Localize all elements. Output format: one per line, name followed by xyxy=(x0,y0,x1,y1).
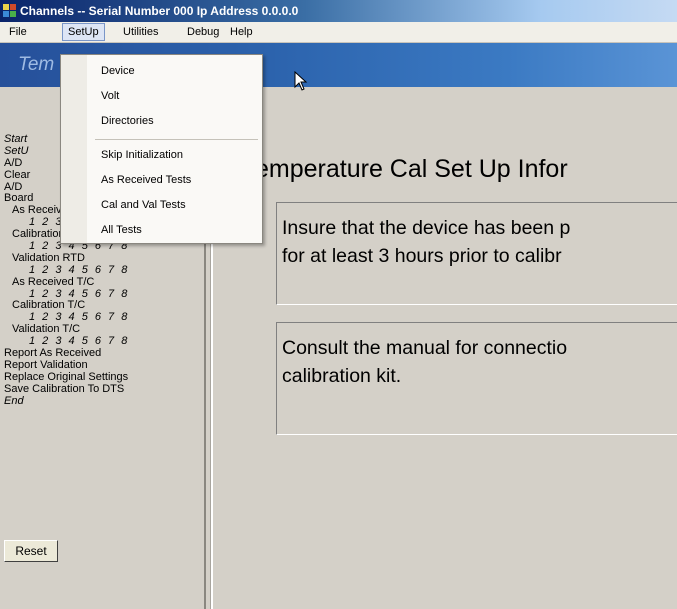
step-save-calibration[interactable]: Save Calibration To DTS xyxy=(4,383,129,396)
info-box-connection: Consult the manual for connectio calibra… xyxy=(276,322,677,435)
menu-item-as-received-tests[interactable]: As Received Tests xyxy=(101,172,191,188)
step-validation-rtd[interactable]: Validation RTD xyxy=(4,252,129,265)
menu-help[interactable]: Help xyxy=(225,24,258,40)
app-icon xyxy=(3,4,17,18)
info-line: Insure that the device has been p xyxy=(282,217,571,239)
menu-utilities[interactable]: Utilities xyxy=(118,24,163,40)
info-box-instructions: Insure that the device has been p for at… xyxy=(276,202,677,305)
window-title: Channels -- Serial Number 000 Ip Address… xyxy=(20,4,299,18)
menu-file[interactable]: File xyxy=(4,24,32,40)
menu-bar: File SetUp Utilities Debug Help xyxy=(0,22,677,43)
menu-icon-gutter xyxy=(61,55,87,243)
step-replace-original-settings[interactable]: Replace Original Settings xyxy=(4,371,129,384)
info-line: Consult the manual for connectio xyxy=(282,337,568,359)
info-box-text: Consult the manual for connectio calibra… xyxy=(282,334,567,390)
menu-item-volt[interactable]: Volt xyxy=(101,88,119,104)
menu-setup[interactable]: SetUp xyxy=(62,23,105,41)
banner-title: Tem xyxy=(18,54,55,75)
info-line: for at least 3 hours prior to calibr xyxy=(282,245,562,267)
mouse-cursor-icon xyxy=(294,71,308,91)
info-box-text: Insure that the device has been p for at… xyxy=(282,214,570,270)
menu-item-device[interactable]: Device xyxy=(101,63,135,79)
setup-dropdown-menu: Device Volt Directories Skip Initializat… xyxy=(60,54,263,244)
menu-item-cal-and-val-tests[interactable]: Cal and Val Tests xyxy=(101,197,186,213)
step-end[interactable]: End xyxy=(4,395,129,408)
menu-item-all-tests[interactable]: All Tests xyxy=(101,222,142,238)
reset-button[interactable]: Reset xyxy=(4,540,58,562)
menu-item-directories[interactable]: Directories xyxy=(101,113,154,129)
menu-separator xyxy=(95,139,258,140)
window-title-bar[interactable]: Channels -- Serial Number 000 Ip Address… xyxy=(0,0,677,22)
menu-debug[interactable]: Debug xyxy=(182,24,224,40)
info-line: calibration kit. xyxy=(282,365,402,387)
step-as-received-tc[interactable]: As Received T/C xyxy=(4,276,129,289)
menu-item-skip-initialization[interactable]: Skip Initialization xyxy=(101,147,183,163)
page-title: emperature Cal Set Up Infor xyxy=(255,155,568,183)
channel-numbers[interactable]: 1 2 3 4 5 6 7 8 xyxy=(4,264,129,277)
